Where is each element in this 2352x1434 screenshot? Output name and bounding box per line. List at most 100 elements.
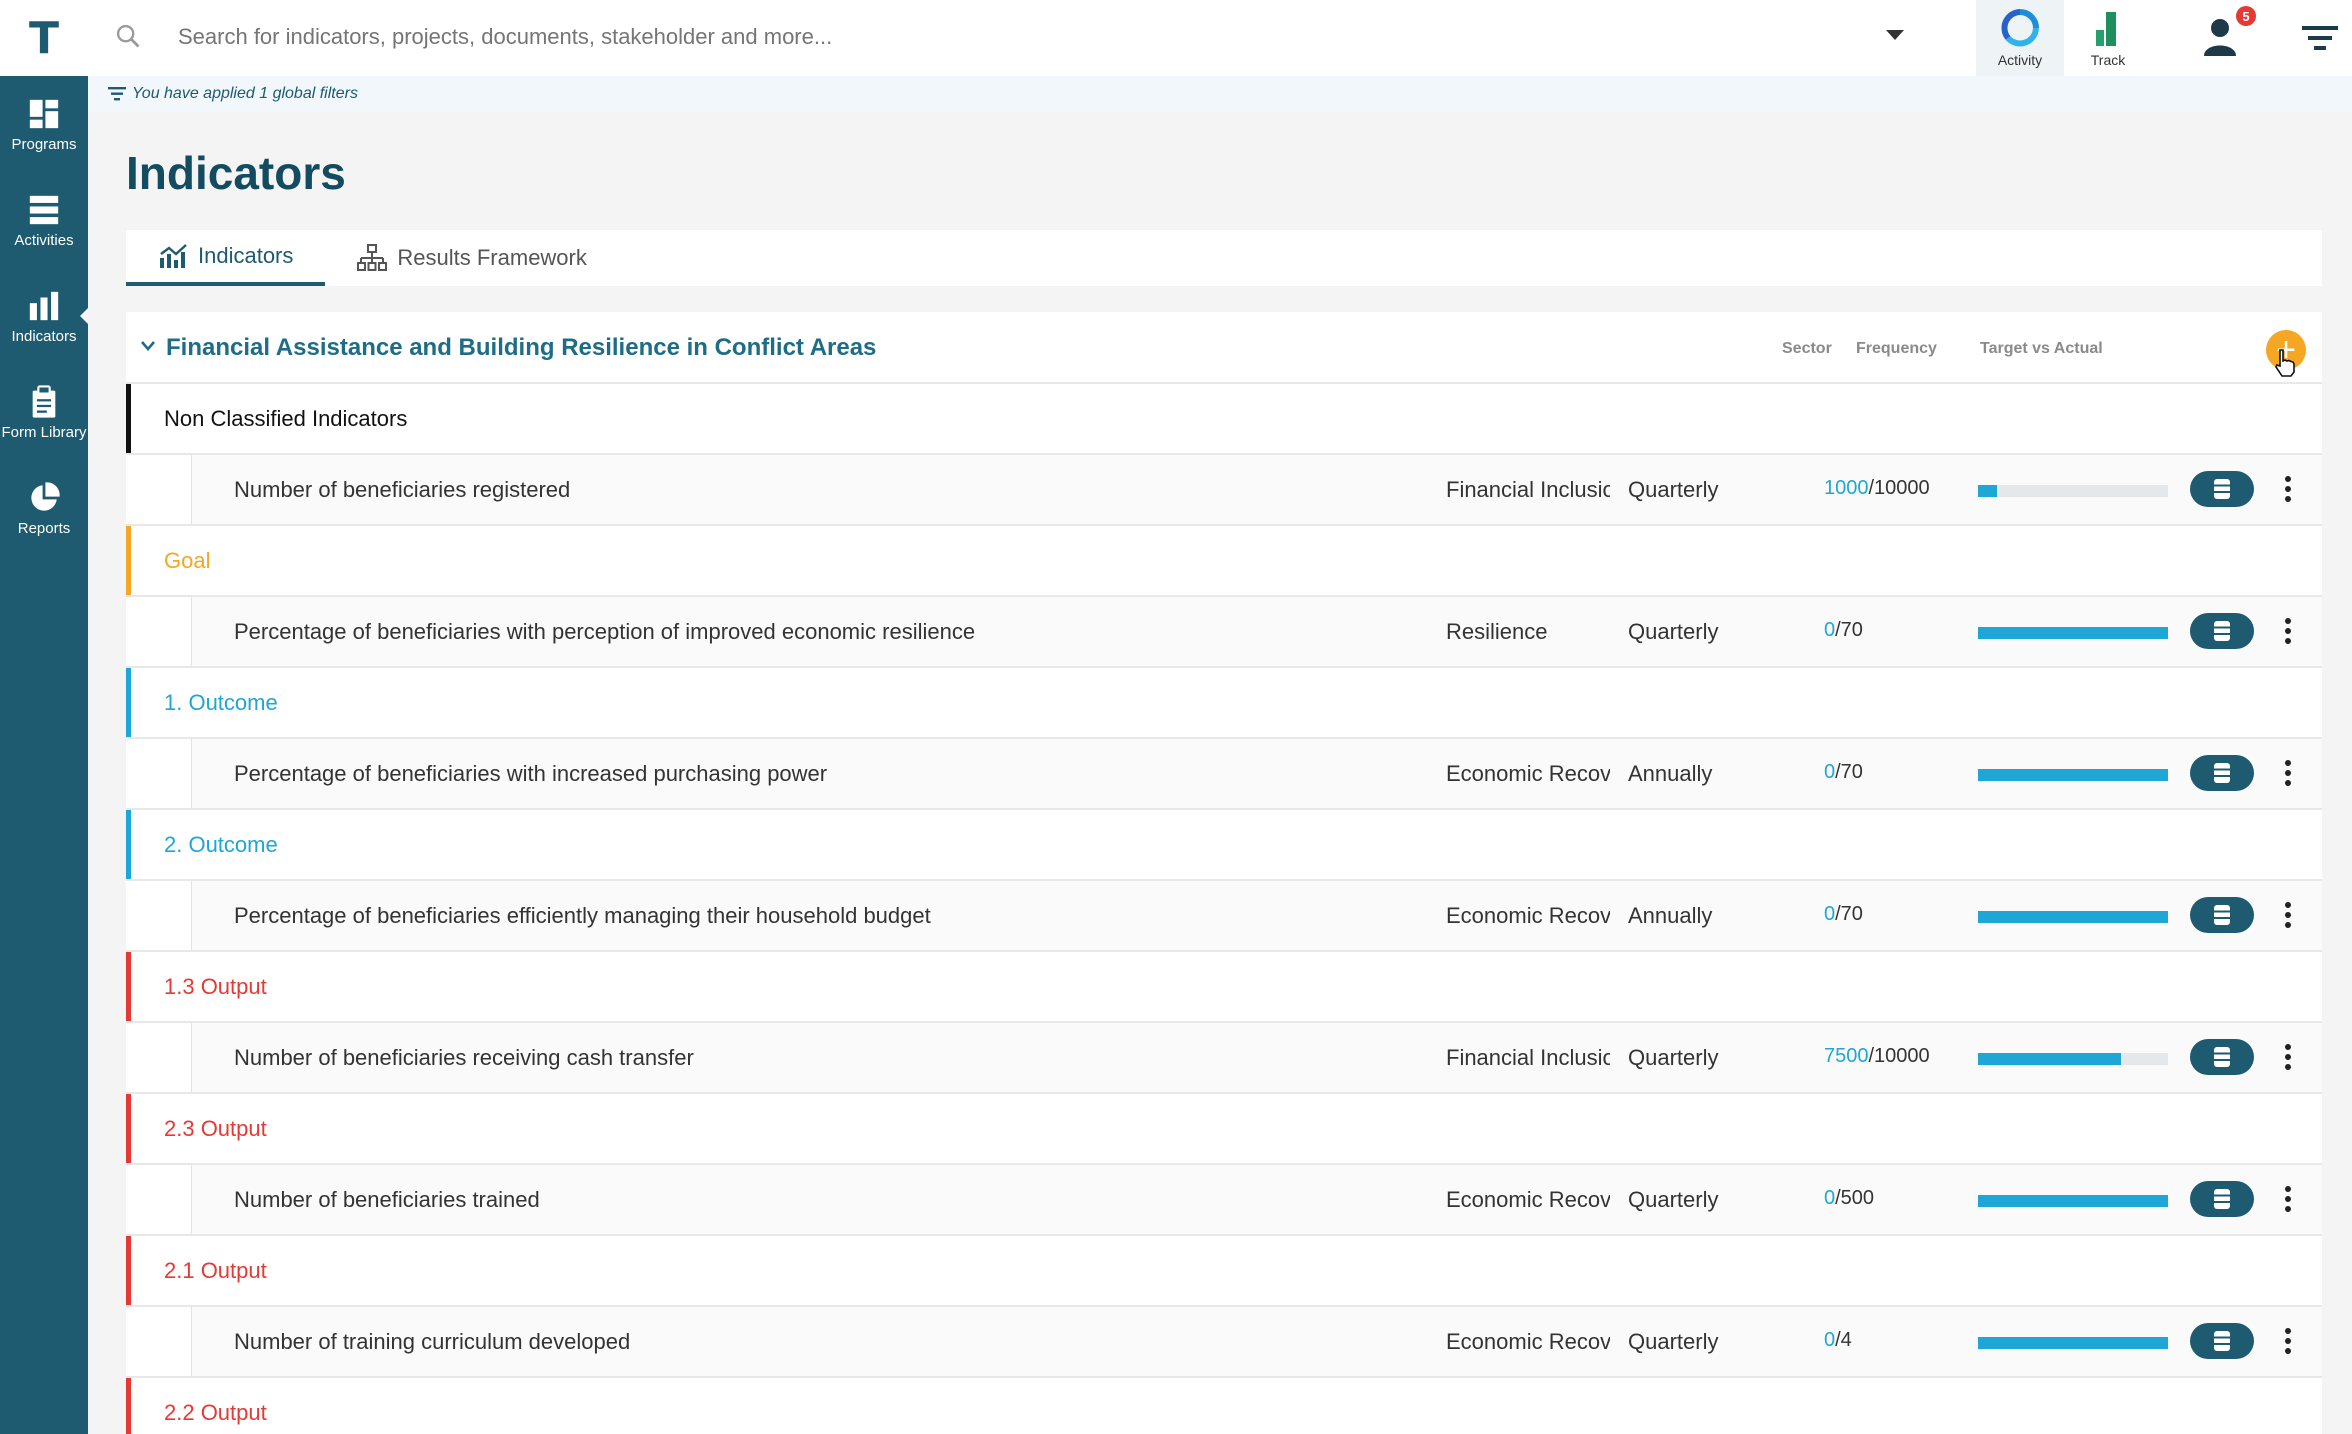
track-icon	[2096, 12, 2116, 46]
indicators-card: Financial Assistance and Building Resili…	[126, 312, 2322, 1434]
progress-fill	[1978, 1195, 2168, 1207]
group-row[interactable]: 2.2 Output	[126, 1378, 2322, 1434]
track-button[interactable]: Track	[2064, 0, 2152, 76]
chevron-down-icon[interactable]	[140, 340, 156, 352]
more-options-icon[interactable]	[2284, 1327, 2292, 1355]
indicator-name[interactable]: Number of beneficiaries registered	[234, 477, 570, 503]
nav-programs[interactable]: Programs	[0, 76, 88, 172]
user-avatar-icon[interactable]	[2198, 14, 2242, 58]
server-stack-icon	[29, 195, 59, 224]
database-icon	[2214, 479, 2230, 499]
group-title: 2. Outcome	[164, 832, 278, 857]
bar-chart-icon	[29, 291, 59, 320]
tab-label: Results Framework	[397, 245, 587, 270]
indicator-row[interactable]: Percentage of beneficiaries efficiently …	[126, 881, 2322, 952]
indicator-row[interactable]: Number of beneficiaries receiving cash t…	[126, 1023, 2322, 1094]
group-row[interactable]: Non Classified Indicators	[126, 384, 2322, 455]
tab-indicators[interactable]: Indicators	[126, 230, 326, 286]
target-value: /10000	[1868, 477, 1930, 499]
filter-icon[interactable]	[2302, 24, 2338, 52]
row-indent	[126, 455, 192, 524]
tab-results-framework[interactable]: Results Framework	[325, 230, 618, 286]
line-chart-icon	[160, 244, 187, 268]
group-row[interactable]: 2.1 Output	[126, 1236, 2322, 1307]
column-header-frequency: Frequency	[1856, 340, 1937, 357]
nav-activities[interactable]: Activities	[0, 172, 88, 268]
group-row[interactable]: 1.3 Output	[126, 952, 2322, 1023]
data-entry-button[interactable]	[2190, 755, 2254, 791]
indicator-name[interactable]: Number of beneficiaries receiving cash t…	[234, 1045, 694, 1071]
progress-bar	[1978, 1337, 2168, 1349]
group-row[interactable]: 2.3 Output	[126, 1094, 2322, 1165]
column-header-sector: Sector	[1782, 340, 1832, 357]
nav-label: Form Library	[1, 423, 87, 441]
program-title[interactable]: Financial Assistance and Building Resili…	[166, 334, 876, 362]
indicator-name[interactable]: Number of training curriculum developed	[234, 1329, 630, 1355]
top-bar: Activity Track 5	[88, 0, 2352, 76]
indicator-name[interactable]: Number of beneficiaries trained	[234, 1187, 540, 1213]
dashboard-icon	[29, 99, 59, 128]
indicator-row[interactable]: Percentage of beneficiaries with increas…	[126, 739, 2322, 810]
more-options-icon[interactable]	[2284, 475, 2292, 503]
group-row[interactable]: 2. Outcome	[126, 810, 2322, 881]
global-filter-note[interactable]: You have applied 1 global filters	[88, 76, 2352, 112]
more-options-icon[interactable]	[2284, 1043, 2292, 1071]
indicator-sector: Resilience	[1446, 619, 1548, 644]
group-color-bar	[126, 952, 131, 1021]
progress-fill	[1978, 627, 2168, 639]
more-options-icon[interactable]	[2284, 759, 2292, 787]
target-vs-actual: 0/4	[1824, 1329, 1852, 1352]
search-input[interactable]	[178, 24, 1878, 50]
indicator-name[interactable]: Percentage of beneficiaries efficiently …	[234, 903, 931, 929]
indicator-name[interactable]: Percentage of beneficiaries with percept…	[234, 619, 975, 645]
notification-badge: 5	[2236, 6, 2256, 26]
data-entry-button[interactable]	[2190, 471, 2254, 507]
target-vs-actual: 0/500	[1824, 1187, 1874, 1210]
data-entry-button[interactable]	[2190, 1181, 2254, 1217]
search-dropdown-icon[interactable]	[1886, 30, 1904, 40]
indicator-sector: Financial Inclusion	[1446, 477, 1610, 502]
actual-value: 1000	[1824, 477, 1869, 499]
group-title: 2.2 Output	[164, 1400, 267, 1425]
hierarchy-icon	[357, 244, 388, 271]
indicator-sector: Economic Recovery	[1446, 1329, 1610, 1354]
target-vs-actual: 0/70	[1824, 619, 1863, 642]
indicator-row[interactable]: Number of beneficiaries registered Financ…	[126, 455, 2322, 526]
indicator-frequency: Quarterly	[1628, 1329, 1719, 1354]
nav-indicators[interactable]: Indicators	[0, 268, 88, 364]
nav-label: Indicators	[11, 327, 77, 345]
more-options-icon[interactable]	[2284, 901, 2292, 929]
filter-small-icon	[108, 87, 126, 101]
indicator-frequency: Quarterly	[1628, 1045, 1719, 1070]
activity-label: Activity	[1997, 52, 2043, 68]
more-options-icon[interactable]	[2284, 1185, 2292, 1213]
actual-value: 0	[1824, 619, 1836, 641]
app-logo[interactable]: T	[0, 0, 88, 76]
group-color-bar	[126, 810, 131, 879]
indicator-row[interactable]: Percentage of beneficiaries with percept…	[126, 597, 2322, 668]
activity-button[interactable]: Activity	[1976, 0, 2064, 76]
progress-fill	[1978, 1337, 2168, 1349]
actual-value: 0	[1824, 903, 1836, 925]
indicator-frequency: Annually	[1628, 761, 1713, 786]
database-icon	[2214, 763, 2230, 783]
data-entry-button[interactable]	[2190, 1323, 2254, 1359]
group-title: 2.1 Output	[164, 1258, 267, 1283]
indicator-row[interactable]: Number of training curriculum developed E…	[126, 1307, 2322, 1378]
nav-label: Activities	[14, 231, 74, 249]
nav-reports[interactable]: Reports	[0, 460, 88, 556]
progress-fill	[1978, 485, 1997, 497]
indicator-name[interactable]: Percentage of beneficiaries with increas…	[234, 761, 827, 787]
group-row[interactable]: Goal	[126, 526, 2322, 597]
indicator-row[interactable]: Number of beneficiaries trained Economic …	[126, 1165, 2322, 1236]
progress-bar	[1978, 769, 2168, 781]
group-color-bar	[126, 1236, 131, 1305]
row-indent	[126, 881, 192, 950]
nav-form-library[interactable]: Form Library	[0, 364, 88, 460]
data-entry-button[interactable]	[2190, 897, 2254, 933]
group-row[interactable]: 1. Outcome	[126, 668, 2322, 739]
data-entry-button[interactable]	[2190, 613, 2254, 649]
more-options-icon[interactable]	[2284, 617, 2292, 645]
target-value: /70	[1835, 761, 1863, 783]
data-entry-button[interactable]	[2190, 1039, 2254, 1075]
